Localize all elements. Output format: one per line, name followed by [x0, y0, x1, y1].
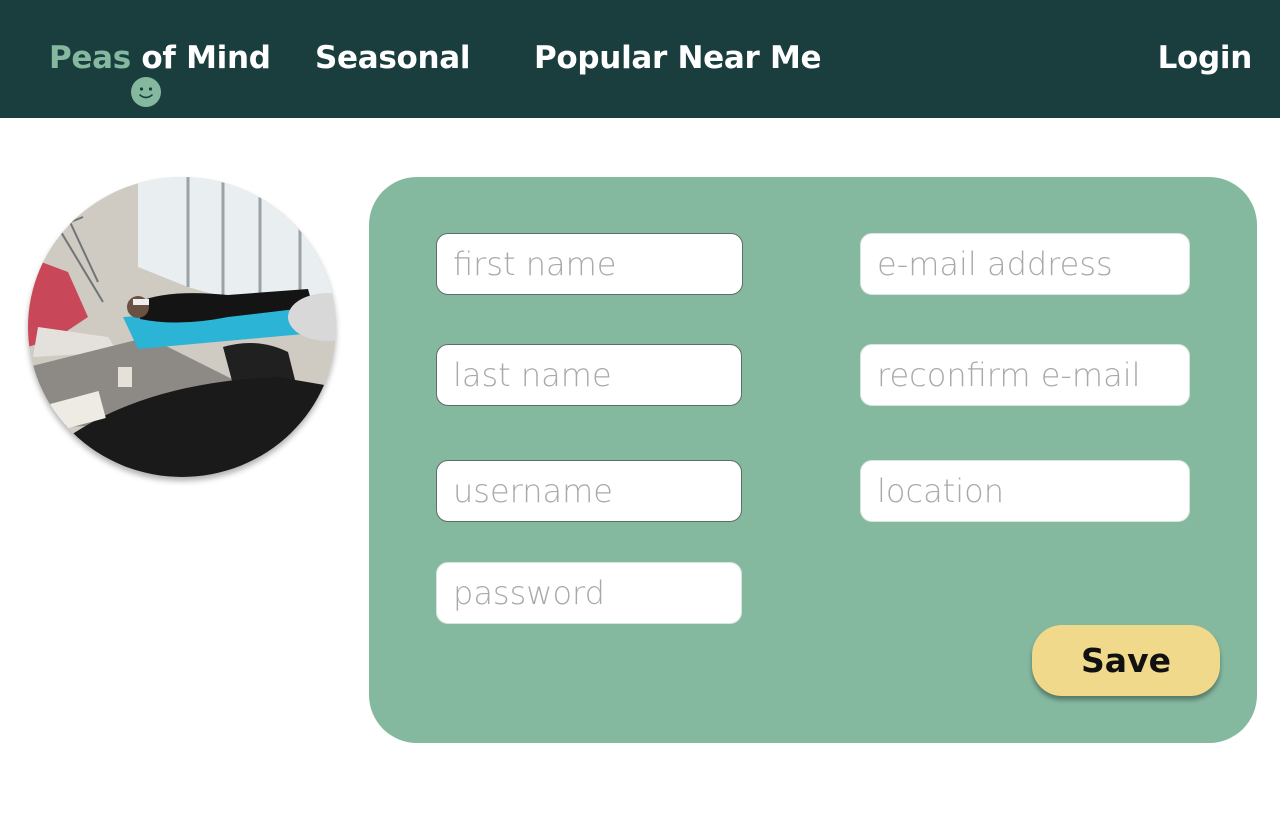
password-input[interactable]: [436, 562, 742, 624]
logo-link[interactable]: Peas of Mind: [49, 38, 271, 78]
profile-photo[interactable]: [28, 177, 336, 477]
nav-login[interactable]: Login: [1158, 38, 1253, 78]
navbar: Peas of Mind Seasonal Popular Near Me Lo…: [0, 0, 1280, 118]
first-name-input[interactable]: [436, 233, 743, 295]
logo-text-of-mind: of Mind: [130, 40, 271, 76]
nav-popular-near-me[interactable]: Popular Near Me: [534, 38, 822, 78]
smiley-face-icon: [131, 77, 161, 107]
logo-text-peas: Peas: [49, 40, 131, 76]
location-input[interactable]: [860, 460, 1190, 522]
username-input[interactable]: [436, 460, 742, 522]
nav-seasonal[interactable]: Seasonal: [315, 38, 471, 78]
reconfirm-email-input[interactable]: [860, 344, 1190, 406]
last-name-input[interactable]: [436, 344, 742, 406]
email-input[interactable]: [860, 233, 1190, 295]
profile-photo-image: [28, 177, 336, 477]
save-button[interactable]: Save: [1032, 625, 1220, 696]
